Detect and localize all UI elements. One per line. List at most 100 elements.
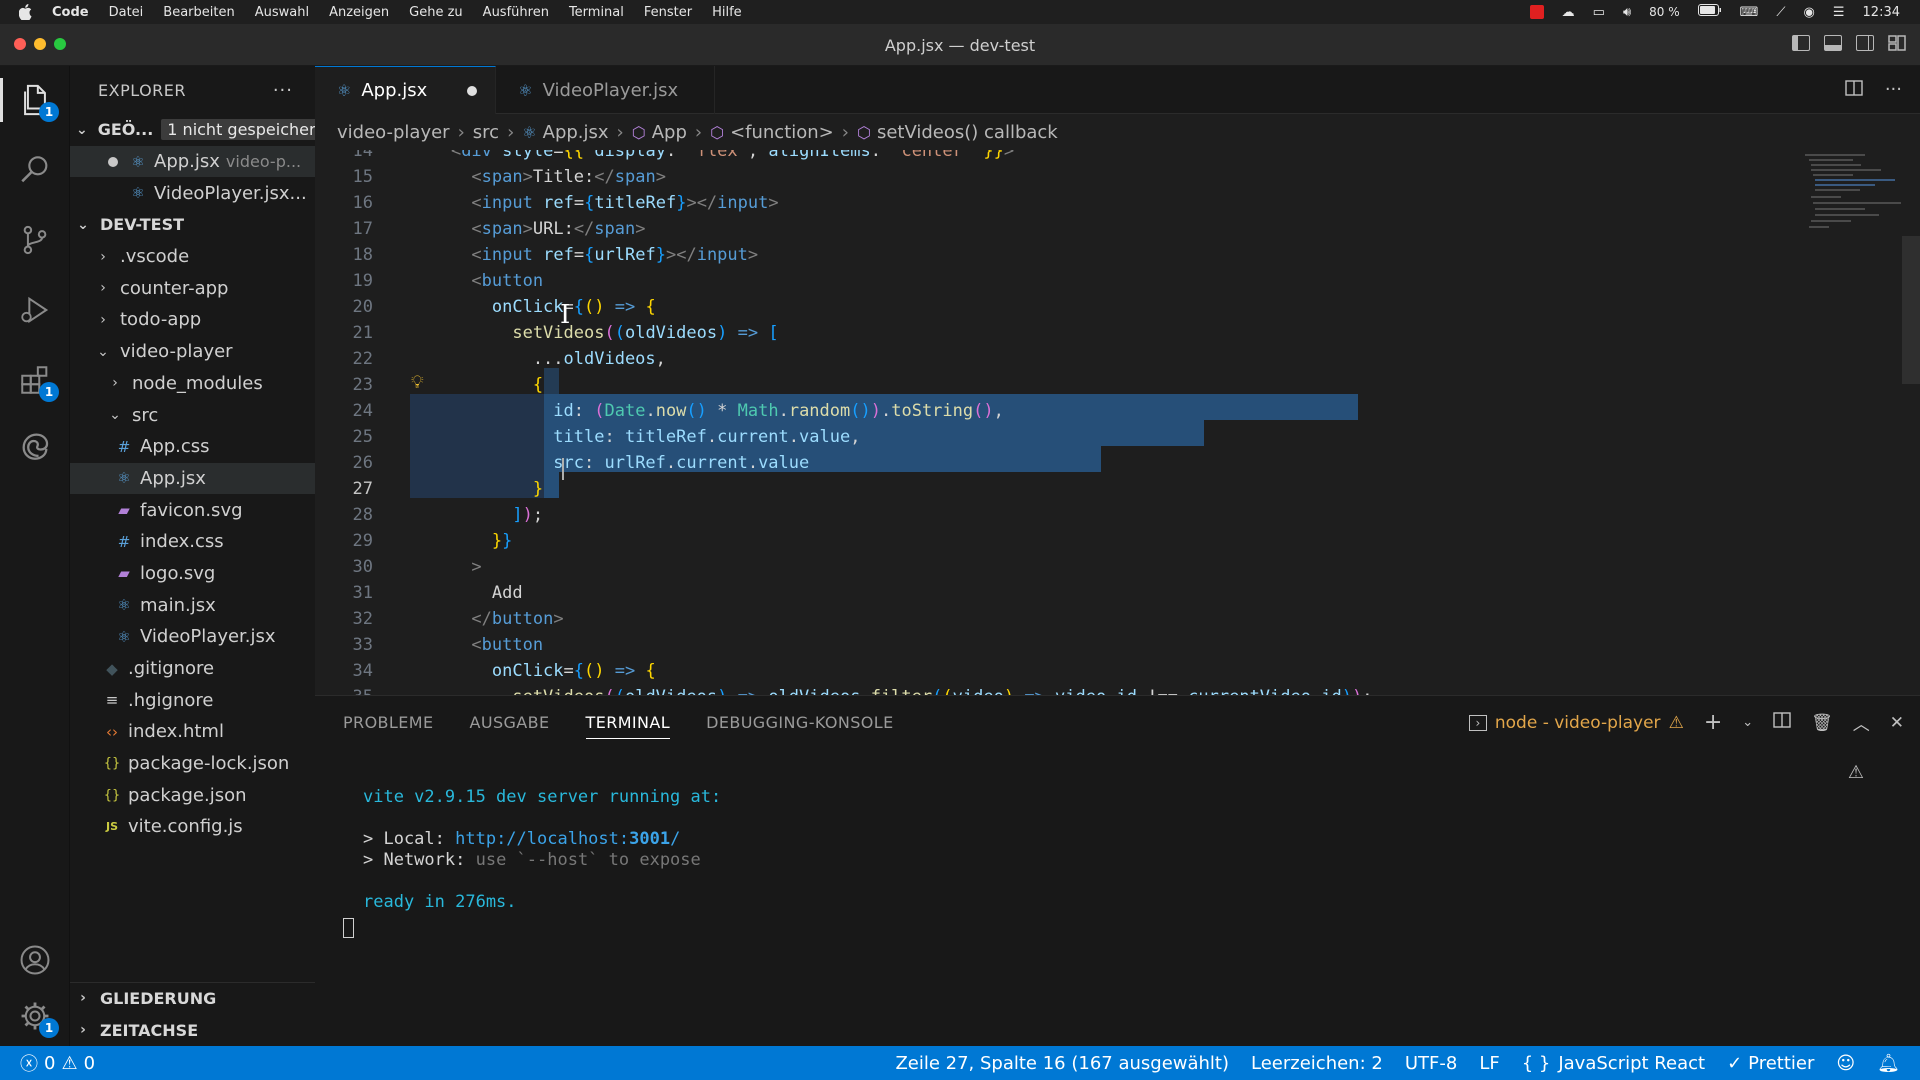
tree-item-file[interactable]: # App.css xyxy=(70,431,315,463)
control-center-icon[interactable]: ☰ xyxy=(1833,5,1845,20)
accounts-activity-button[interactable] xyxy=(13,938,57,982)
terminal-output[interactable]: vite v2.9.15 dev server running at: > Lo… xyxy=(363,766,721,934)
text-file-icon: ≡ xyxy=(105,691,119,710)
run-debug-activity-button[interactable] xyxy=(13,288,57,332)
code-line: 23 { xyxy=(352,375,544,395)
code-editor[interactable]: 14 <div style={{ display: "flex", alignI… xyxy=(315,150,1920,695)
menu-ausfuehren[interactable]: Ausführen xyxy=(483,5,549,20)
tab-debug-console[interactable]: DEBUGGING-KONSOLE xyxy=(706,713,894,732)
breadcrumb-symbol[interactable]: App xyxy=(652,122,687,143)
tree-item-folder[interactable]: › node_modules xyxy=(70,368,315,400)
tree-item-file[interactable]: JS vite.config.js xyxy=(70,811,315,843)
workspace-section[interactable]: ⌄ DEV-TEST xyxy=(70,209,315,241)
tree-item-file[interactable]: ▰ favicon.svg xyxy=(70,494,315,526)
tree-item-file[interactable]: ▰ logo.svg xyxy=(70,558,315,590)
open-editor-item[interactable]: ⚛ VideoPlayer.jsx... xyxy=(70,177,315,209)
minimap[interactable] xyxy=(1805,150,1901,270)
terminal-link[interactable]: http://localhost: xyxy=(455,829,629,849)
more-actions-icon[interactable]: ··· xyxy=(1885,79,1902,100)
manage-activity-button[interactable]: 1 xyxy=(13,994,59,1038)
menu-hilfe[interactable]: Hilfe xyxy=(712,5,742,20)
toggle-panel-icon[interactable] xyxy=(1824,35,1842,51)
tree-item-file[interactable]: # index.css xyxy=(70,526,315,558)
split-terminal-icon[interactable] xyxy=(1773,712,1791,733)
extensions-activity-button[interactable]: 1 xyxy=(13,358,59,402)
split-editor-icon[interactable] xyxy=(1845,79,1863,100)
open-editors-section[interactable]: ⌄ GEÖ... 1 nicht gespeichert xyxy=(70,114,328,146)
breadcrumb-file[interactable]: App.jsx xyxy=(543,122,609,143)
edge-devtools-activity-button[interactable] xyxy=(13,424,57,468)
tree-item-file[interactable]: ≡ .hgignore xyxy=(70,684,315,716)
toggle-secondary-sidebar-icon[interactable] xyxy=(1856,35,1874,51)
cloud-icon[interactable]: ☁ xyxy=(1562,5,1575,20)
menu-fenster[interactable]: Fenster xyxy=(644,5,692,20)
close-icon[interactable]: ✕ xyxy=(1890,713,1904,733)
search-activity-button[interactable] xyxy=(13,148,57,192)
language-mode[interactable]: { } JavaScript React xyxy=(1522,1053,1705,1074)
breadcrumb-symbol[interactable]: setVideos() callback xyxy=(877,122,1058,143)
code-line: 19 <button xyxy=(352,271,544,291)
tab-output[interactable]: AUSGABE xyxy=(469,713,549,732)
play-circle-icon[interactable]: ◉ xyxy=(1804,5,1815,20)
tab-problems[interactable]: PROBLEME xyxy=(343,713,433,732)
source-control-activity-button[interactable] xyxy=(13,218,57,262)
tree-item-folder[interactable]: ⌄ src xyxy=(70,399,315,431)
toggle-primary-sidebar-icon[interactable] xyxy=(1792,35,1810,51)
menu-terminal[interactable]: Terminal xyxy=(569,5,624,20)
keyboard-icon[interactable]: ⌨ xyxy=(1740,5,1759,20)
unsaved-dot-icon[interactable] xyxy=(467,85,478,96)
problems-status[interactable]: ⓧ 0 ⚠ 0 xyxy=(20,1050,95,1076)
tree-item-folder[interactable]: › .vscode xyxy=(70,241,315,273)
vertical-scrollbar[interactable] xyxy=(1902,236,1920,384)
customize-layout-icon[interactable] xyxy=(1888,35,1906,51)
explorer-activity-button[interactable]: 1 xyxy=(0,78,59,122)
tree-item-folder[interactable]: › todo-app xyxy=(70,304,315,336)
more-actions-icon[interactable]: ··· xyxy=(273,80,293,101)
end-of-line[interactable]: LF xyxy=(1479,1053,1499,1074)
wifi-off-icon[interactable]: ⟋ xyxy=(1776,5,1785,20)
open-editor-item[interactable]: ⚛ App.jsx video-p... xyxy=(70,145,315,178)
outline-section[interactable]: › GLIEDERUNG xyxy=(70,983,315,1015)
feedback-icon[interactable]: ☺ xyxy=(1836,1053,1855,1074)
maximize-panel-icon[interactable]: ︿ xyxy=(1853,710,1870,735)
tree-item-folder[interactable]: ⌄ video-player xyxy=(70,336,315,368)
tab-terminal[interactable]: TERMINAL xyxy=(585,713,671,739)
lightbulb-icon[interactable]: 💡︎ xyxy=(411,372,424,393)
prettier-status[interactable]: ✓ Prettier xyxy=(1727,1053,1814,1074)
tree-item-file[interactable]: ⚛ App.jsx xyxy=(70,462,315,495)
braces-icon: { } xyxy=(1521,1052,1551,1074)
breadcrumb-symbol[interactable]: <function> xyxy=(730,122,834,143)
indentation[interactable]: Leerzeichen: 2 xyxy=(1251,1053,1383,1074)
breadcrumb-folder[interactable]: video-player xyxy=(337,122,450,143)
menu-auswahl[interactable]: Auswahl xyxy=(255,5,309,20)
cursor-position[interactable]: Zeile 27, Spalte 16 (167 ausgewählt) xyxy=(895,1053,1229,1074)
battery-icon[interactable] xyxy=(1697,4,1722,20)
unsaved-dot-icon[interactable] xyxy=(108,156,118,167)
menu-datei[interactable]: Datei xyxy=(109,5,144,20)
terminal-selector[interactable]: › node - video-player ⚠ xyxy=(1468,713,1684,733)
tree-item-file[interactable]: ⚛ VideoPlayer.jsx xyxy=(70,621,315,653)
tab-app-jsx[interactable]: ⚛ App.jsx xyxy=(315,66,497,114)
display-icon[interactable]: ▭ xyxy=(1593,5,1605,20)
chevron-down-icon[interactable]: ⌄ xyxy=(1742,715,1753,730)
menu-bearbeiten[interactable]: Bearbeiten xyxy=(163,5,234,20)
encoding[interactable]: UTF-8 xyxy=(1405,1053,1457,1074)
apple-icon[interactable] xyxy=(18,4,34,20)
bell-icon[interactable]: 🔔︎ xyxy=(1877,1053,1900,1074)
timeline-section[interactable]: › ZEITACHSE xyxy=(70,1014,315,1046)
breadcrumb-folder[interactable]: src xyxy=(473,122,499,143)
tab-videoplayer-jsx[interactable]: ⚛ VideoPlayer.jsx xyxy=(496,66,716,114)
tree-item-file[interactable]: ‹› index.html xyxy=(70,716,315,748)
tree-item-file[interactable]: ⚛ main.jsx xyxy=(70,589,315,621)
recording-icon[interactable] xyxy=(1529,5,1544,19)
new-terminal-icon[interactable]: + xyxy=(1704,710,1722,735)
menu-app-name[interactable]: Code xyxy=(52,5,89,20)
trash-icon[interactable]: 🗑︎ xyxy=(1811,713,1833,733)
tree-item-file[interactable]: ◆ .gitignore xyxy=(70,653,315,685)
tree-item-folder[interactable]: › counter-app xyxy=(70,272,315,304)
tree-item-file[interactable]: {} package.json xyxy=(70,779,315,811)
menu-gehe-zu[interactable]: Gehe zu xyxy=(409,5,463,20)
volume-icon[interactable]: 🔊︎ xyxy=(1623,5,1631,20)
menu-anzeigen[interactable]: Anzeigen xyxy=(329,5,389,20)
tree-item-file[interactable]: {} package-lock.json xyxy=(70,748,315,780)
